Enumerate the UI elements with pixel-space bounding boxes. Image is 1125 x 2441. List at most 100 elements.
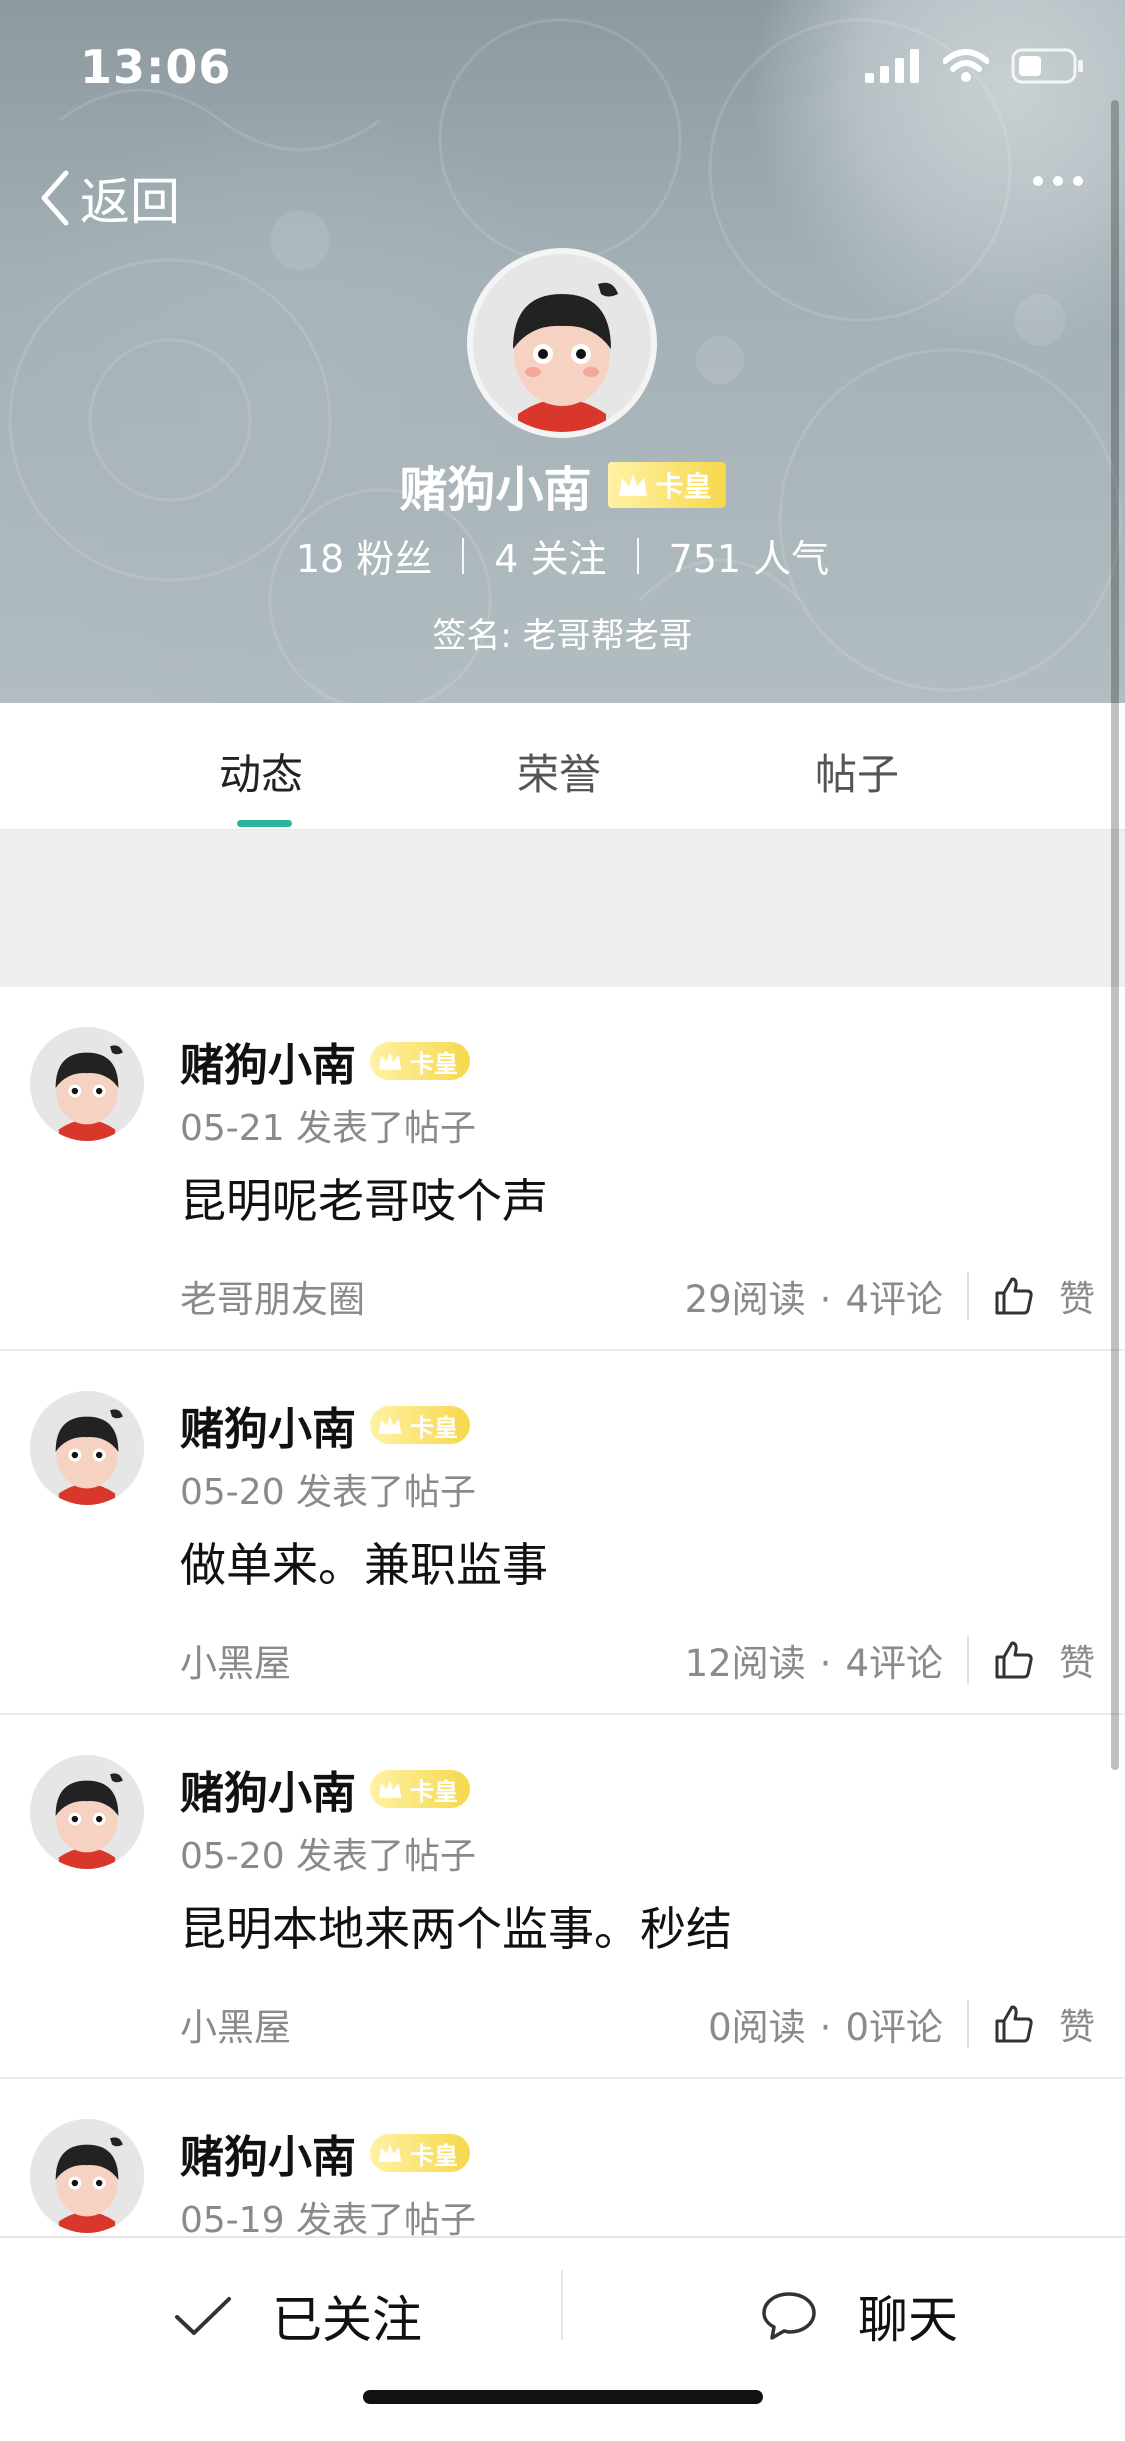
cartoon-avatar-icon	[30, 1391, 144, 1505]
divider	[966, 2000, 969, 2048]
post-author-row: 赌狗小南 卡皇	[180, 1757, 470, 1821]
cartoon-avatar-icon	[30, 2119, 144, 2233]
bottom-action-bar: 已关注 聊天	[0, 2236, 1125, 2438]
comment-count: 4评论	[845, 1278, 943, 1321]
list-item[interactable]: 赌狗小南 卡皇 05-20 发表了帖子 昆明本地来两个监事。秒结 小黑屋 0阅读…	[0, 1715, 1125, 2079]
read-count: 29阅读	[684, 1278, 806, 1321]
post-circle[interactable]: 老哥朋友圈	[180, 1269, 685, 1323]
vip-badge-label: 卡皇	[655, 470, 712, 503]
stats-row: 18 粉丝 4 关注 751 人气	[0, 528, 1125, 583]
post-author[interactable]: 赌狗小南	[180, 1757, 356, 1821]
scrollbar[interactable]	[1111, 100, 1119, 1770]
following-count[interactable]: 4 关注	[494, 528, 606, 583]
back-label: 返回	[80, 173, 180, 231]
vip-badge: 卡皇	[370, 1770, 470, 1808]
read-count: 0阅读	[708, 2006, 806, 2049]
post-counts: 12阅读 · 4评论	[684, 1642, 943, 1685]
vip-badge-label: 卡皇	[410, 1413, 458, 1442]
vip-badge: 卡皇	[607, 462, 726, 508]
list-item[interactable]: 赌狗小南 卡皇 05-21 发表了帖子 昆明呢老哥吱个声 老哥朋友圈 29阅读 ·…	[0, 987, 1125, 1351]
back-button[interactable]: 返回	[38, 162, 180, 234]
like-label: 赞	[1058, 1279, 1095, 1320]
avatar[interactable]	[30, 1027, 144, 1141]
read-count: 12阅读	[684, 1642, 806, 1685]
wifi-icon	[943, 49, 989, 82]
chat-label: 聊天	[858, 2291, 958, 2349]
avatar[interactable]	[467, 248, 657, 438]
post-counts: 0阅读 · 0评论	[708, 2006, 943, 2049]
battery-icon	[1011, 48, 1083, 84]
crown-icon	[378, 1780, 402, 1798]
post-author-row: 赌狗小南 卡皇	[180, 2121, 470, 2185]
crown-icon	[378, 2144, 402, 2162]
following-label: 已关注	[272, 2291, 422, 2349]
vip-badge-label: 卡皇	[410, 1777, 458, 1806]
thumbs-up-icon	[995, 2005, 1033, 2043]
following-button[interactable]: 已关注	[174, 2280, 422, 2352]
post-author[interactable]: 赌狗小南	[180, 1393, 356, 1457]
vip-badge: 卡皇	[370, 1042, 470, 1080]
post-text[interactable]: 昆明本地来两个监事。秒结	[180, 1893, 732, 1959]
list-item[interactable]: 赌狗小南 卡皇 05-20 发表了帖子 做单来。兼职监事 小黑屋 12阅读 · 4评…	[0, 1351, 1125, 1715]
checkmark-icon	[175, 2297, 231, 2335]
post-footer: 老哥朋友圈 29阅读 · 4评论 赞	[180, 1271, 1095, 1321]
divider	[462, 537, 465, 574]
home-indicator[interactable]	[363, 2390, 763, 2404]
comment-count: 4评论	[845, 1642, 943, 1685]
tab-bar: 动态 荣誉 帖子	[0, 703, 1125, 830]
post-author[interactable]: 赌狗小南	[180, 1029, 356, 1093]
divider	[561, 2270, 563, 2340]
like-label: 赞	[1058, 2007, 1095, 2048]
more-dots-icon[interactable]	[1033, 176, 1083, 186]
divider	[966, 1636, 969, 1684]
avatar[interactable]	[30, 2119, 144, 2233]
vip-badge: 卡皇	[370, 2134, 470, 2172]
post-text[interactable]: 昆明呢老哥吱个声	[180, 1165, 548, 1231]
post-author-row: 赌狗小南 卡皇	[180, 1393, 470, 1457]
post-counts: 29阅读 · 4评论	[684, 1278, 943, 1321]
divider	[636, 537, 639, 574]
post-footer: 小黑屋 0阅读 · 0评论 赞	[180, 1999, 1095, 2049]
vip-badge-label: 卡皇	[410, 1049, 458, 1078]
like-button[interactable]: 赞	[993, 1634, 1095, 1686]
tab-posts[interactable]: 帖子	[815, 741, 899, 802]
vip-badge-label: 卡皇	[410, 2141, 458, 2170]
profile-name: 赌狗小南	[399, 462, 592, 518]
active-tab-indicator	[237, 820, 292, 827]
avatar[interactable]	[30, 1391, 144, 1505]
like-label: 赞	[1058, 1643, 1095, 1684]
post-meta: 05-20 发表了帖子	[180, 1472, 477, 1513]
signature: 签名: 老哥帮老哥	[432, 616, 693, 656]
cartoon-avatar-icon	[30, 1027, 144, 1141]
chat-button[interactable]: 聊天	[760, 2280, 958, 2352]
divider	[966, 1272, 969, 1320]
tab-dynamics[interactable]: 动态	[219, 741, 303, 802]
fans-count[interactable]: 18 粉丝	[296, 528, 432, 583]
thumbs-up-icon	[995, 1277, 1033, 1315]
comment-count: 0评论	[845, 2006, 943, 2049]
post-circle[interactable]: 小黑屋	[180, 1997, 708, 2051]
post-circle[interactable]: 小黑屋	[180, 1633, 685, 1687]
post-text[interactable]: 做单来。兼职监事	[180, 1529, 548, 1595]
cartoon-avatar-icon	[30, 1755, 144, 1869]
cartoon-avatar-icon	[473, 254, 651, 432]
vip-badge: 卡皇	[370, 1406, 470, 1444]
avatar[interactable]	[30, 1755, 144, 1869]
like-button[interactable]: 赞	[993, 1998, 1095, 2050]
section-spacer	[0, 830, 1125, 987]
profile-name-row: 赌狗小南 卡皇	[0, 450, 1125, 520]
post-meta: 05-21 发表了帖子	[180, 1108, 477, 1149]
status-icons	[865, 48, 1085, 84]
crown-icon	[378, 1416, 402, 1434]
post-footer: 小黑屋 12阅读 · 4评论 赞	[180, 1635, 1095, 1685]
like-button[interactable]: 赞	[993, 1270, 1095, 1322]
popularity-count: 751 人气	[668, 537, 830, 581]
status-time: 13:06	[80, 40, 232, 94]
signal-icon	[865, 49, 919, 83]
crown-icon	[618, 474, 647, 496]
post-meta: 05-20 发表了帖子	[180, 1836, 477, 1877]
tab-honors[interactable]: 荣誉	[517, 741, 601, 802]
crown-icon	[378, 1052, 402, 1070]
profile-header: 13:06 返回 赌狗小南 卡皇 18 粉丝 4 关注 751 人气 签名: 老…	[0, 0, 1125, 703]
post-author[interactable]: 赌狗小南	[180, 2121, 356, 2185]
